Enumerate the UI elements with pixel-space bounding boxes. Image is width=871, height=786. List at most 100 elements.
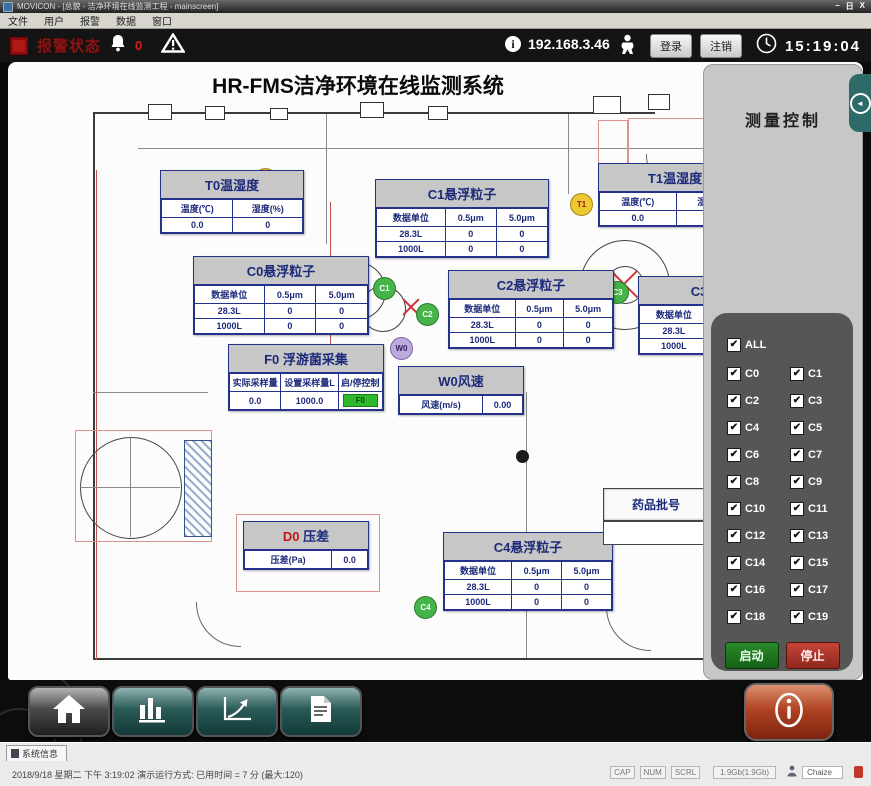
menu-file[interactable]: 文件 [0, 13, 36, 28]
f0-header-setpoint: 设置采样量L [281, 374, 338, 392]
checkbox-C10[interactable]: ✔C10 [727, 495, 790, 522]
panel-title: C2悬浮粒子 [449, 271, 613, 299]
statusbar-tab[interactable]: 系统信息 [6, 745, 67, 761]
checkbox-C3[interactable]: ✔C3 [790, 387, 853, 414]
sensor-marker-T1: T1 [570, 193, 593, 216]
panel-c1: C1悬浮粒子 数据单位0.5μm5.0μm28.3L001000L00 [375, 179, 549, 258]
checkbox-box[interactable]: ✔ [790, 421, 804, 435]
checkbox-box[interactable]: ✔ [727, 502, 741, 516]
checkbox-label: C18 [745, 611, 765, 623]
table-cell: 0 [512, 595, 562, 610]
checkbox-C2[interactable]: ✔C2 [727, 387, 790, 414]
checkbox-label: C7 [808, 449, 822, 461]
checkbox-C16[interactable]: ✔C16 [727, 576, 790, 603]
floorplan-door [205, 106, 225, 120]
window-title: MOVICON - [总貌 - 洁净环境在线监测工程 - mainscreen] [17, 1, 835, 12]
panel-w0: W0风速 风速(m/s) 0.00 [398, 366, 524, 415]
table-cell: 0 [562, 595, 612, 610]
table-cell: 0.0 [162, 218, 233, 233]
minimize-button[interactable]: – [835, 1, 839, 12]
table-cell: 5.0μm [316, 286, 368, 304]
checkbox-all[interactable]: ✔ ALL [727, 331, 853, 358]
checkbox-C14[interactable]: ✔C14 [727, 549, 790, 576]
w0-table: 风速(m/s) 0.00 [399, 395, 523, 414]
info-icon: i [505, 36, 521, 52]
checkbox-box[interactable]: ✔ [790, 583, 804, 597]
checkbox-box[interactable]: ✔ [790, 610, 804, 624]
toolbar: 报警状态 0 i 192.168.3.46 登录 注销 15:19:04 [0, 29, 871, 62]
checkbox-box[interactable]: ✔ [790, 529, 804, 543]
checkbox-C4[interactable]: ✔ C4 [727, 414, 790, 441]
user-icon [620, 34, 635, 60]
checkbox-C15[interactable]: ✔C15 [790, 549, 853, 576]
checkbox-label: C8 [745, 476, 759, 488]
checkbox-box[interactable]: ✔ [790, 367, 804, 381]
checkbox-C1[interactable]: ✔ C1 [790, 360, 853, 387]
checkbox-box[interactable]: ✔ [727, 338, 741, 352]
maximize-button[interactable]: 日 [846, 1, 854, 12]
sidebar-collapse-tab[interactable]: ◄ [849, 74, 871, 132]
checkbox-box[interactable]: ✔ [727, 583, 741, 597]
checkbox-box[interactable]: ✔ [727, 421, 741, 435]
checkbox-C7[interactable]: ✔ C7 [790, 441, 853, 468]
collapse-arrow-icon[interactable]: ◄ [850, 93, 871, 114]
batch-number-input[interactable] [603, 521, 709, 545]
bottom-nav [0, 680, 871, 742]
table-cell: 28.3L [195, 304, 265, 319]
numlock-indicator: NUM [640, 766, 666, 779]
menu-user[interactable]: 用户 [36, 13, 72, 28]
checkbox-box[interactable]: ✔ [727, 556, 741, 570]
checkbox-label: C1 [808, 368, 822, 380]
checkbox-C11[interactable]: ✔C11 [790, 495, 853, 522]
menu-data[interactable]: 数据 [108, 13, 144, 28]
checkbox-C18[interactable]: ✔ C18 [727, 603, 790, 630]
statusbar-user-icon [787, 765, 797, 779]
info-button[interactable] [744, 683, 834, 741]
table-cell: 0.5μm [264, 286, 316, 304]
checkbox-box[interactable]: ✔ [790, 475, 804, 489]
checkbox-box[interactable]: ✔ [790, 556, 804, 570]
checkbox-box[interactable]: ✔ [727, 529, 741, 543]
checkbox-C17[interactable]: ✔C17 [790, 576, 853, 603]
panel-title: F0 浮游菌采集 [229, 345, 383, 373]
checkbox-C6[interactable]: ✔C6 [727, 441, 790, 468]
floorplan-dot [516, 450, 529, 463]
d0-code: D0 [283, 529, 300, 544]
checkbox-box[interactable]: ✔ [790, 502, 804, 516]
checkbox-C5[interactable]: ✔C5 [790, 414, 853, 441]
checkbox-box[interactable]: ✔ [727, 448, 741, 462]
checkbox-C13[interactable]: ✔C13 [790, 522, 853, 549]
checkbox-box[interactable]: ✔ [727, 475, 741, 489]
checkbox-C8[interactable]: ✔ C8 [727, 468, 790, 495]
close-button[interactable]: X [860, 1, 865, 12]
checkbox-label: C4 [745, 422, 759, 434]
report-button[interactable] [280, 686, 362, 737]
table-cell: 0 [496, 242, 547, 257]
table-cell: 温度(℃) [162, 200, 233, 218]
f0-start-stop-button[interactable]: F0 [343, 394, 378, 407]
warning-triangle-icon[interactable] [161, 33, 185, 58]
alarm-state-icon[interactable] [10, 37, 28, 55]
bell-icon[interactable] [110, 34, 126, 58]
checkbox-box[interactable]: ✔ [790, 394, 804, 408]
menu-alarm[interactable]: 报警 [72, 13, 108, 28]
table-cell: 1000L [195, 319, 265, 334]
menu-window[interactable]: 窗口 [144, 13, 180, 28]
checkbox-box[interactable]: ✔ [727, 394, 741, 408]
checkbox-box[interactable]: ✔ [727, 367, 741, 381]
home-button[interactable] [28, 686, 110, 737]
checkbox-C12[interactable]: ✔C12 [727, 522, 790, 549]
login-button[interactable]: 登录 [650, 34, 692, 58]
start-button[interactable]: 启动 [725, 642, 779, 669]
bar-chart-button[interactable] [112, 686, 194, 737]
checkbox-box[interactable]: ✔ [727, 610, 741, 624]
logout-button[interactable]: 注销 [700, 34, 742, 58]
stop-button[interactable]: 停止 [786, 642, 840, 669]
f0-table: 实际采样量 设置采样量L 启/停控制 0.0 1000.0 F0 [229, 373, 383, 410]
checkbox-C9[interactable]: ✔C9 [790, 468, 853, 495]
checkbox-C0[interactable]: ✔C0 [727, 360, 790, 387]
page-title: HR-FMS洁净环境在线监测系统 [8, 70, 708, 100]
trend-chart-button[interactable] [196, 686, 278, 737]
checkbox-C19[interactable]: ✔C19 [790, 603, 853, 630]
checkbox-box[interactable]: ✔ [790, 448, 804, 462]
